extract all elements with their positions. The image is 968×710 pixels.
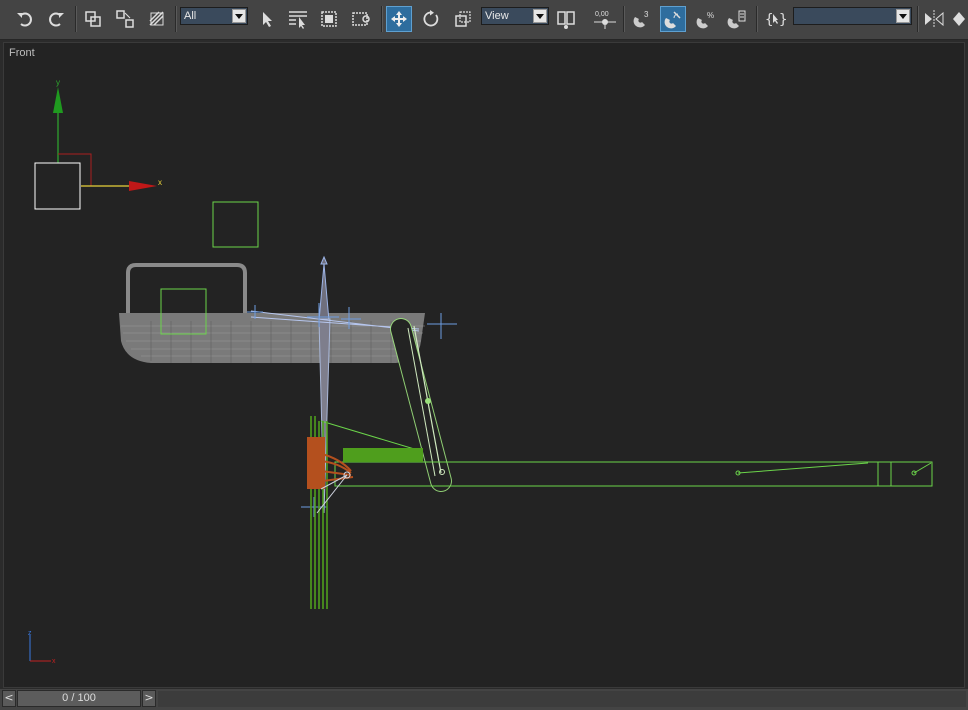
next-frame-button[interactable]: > — [142, 690, 156, 707]
svg-text:z: z — [28, 630, 32, 637]
unlink-icon[interactable] — [112, 6, 138, 32]
scene-canvas[interactable]: y x z x — [4, 43, 964, 687]
move-icon[interactable] — [386, 6, 412, 32]
select-by-name-icon[interactable] — [285, 6, 311, 32]
svg-text:{: { — [765, 12, 773, 28]
time-slider-bar: < 0 / 100 > — [0, 689, 968, 710]
svg-text:x: x — [52, 658, 56, 665]
bind-space-warp-icon[interactable] — [144, 6, 170, 32]
green-helper-box[interactable] — [212, 201, 259, 248]
spinner-snap-icon[interactable] — [724, 6, 750, 32]
svg-text:%: % — [707, 11, 714, 20]
spinner-value: 0,00 — [595, 11, 609, 18]
svg-text:}: } — [779, 12, 786, 28]
angle-snap-icon[interactable] — [660, 6, 686, 32]
chevron-down-icon — [533, 9, 547, 23]
crane-boom[interactable] — [310, 416, 933, 609]
link-icon[interactable] — [80, 6, 106, 32]
window-crossing-icon[interactable] — [348, 6, 374, 32]
select-arrow-icon[interactable] — [254, 6, 280, 32]
prev-frame-button[interactable]: < — [2, 690, 16, 707]
world-axis-gizmo[interactable]: y x — [34, 78, 162, 210]
align-icon[interactable] — [950, 6, 968, 32]
axis-y-label: y — [56, 78, 60, 87]
scale-icon[interactable] — [450, 6, 476, 32]
main-toolbar: All View 0,00 3 % {} — [0, 0, 968, 40]
front-viewport[interactable]: Front y x z x — [3, 42, 965, 688]
manipulate-icon[interactable]: 0,00 — [590, 6, 620, 32]
chevron-down-icon — [232, 9, 246, 23]
selection-filter-dropdown[interactable]: All — [180, 7, 248, 25]
reference-coordinate-dropdown[interactable]: View — [481, 7, 549, 25]
named-selection-dropdown[interactable] — [793, 7, 912, 25]
undo-icon[interactable] — [12, 6, 38, 32]
chevron-down-icon — [896, 9, 910, 23]
pivot-center-icon[interactable] — [553, 6, 579, 32]
percent-snap-icon[interactable]: % — [692, 6, 718, 32]
timeline-track[interactable] — [158, 691, 966, 707]
snap-3-icon[interactable]: 3 — [628, 6, 654, 32]
time-slider[interactable]: 0 / 100 — [17, 690, 141, 707]
rectangular-region-icon[interactable] — [316, 6, 342, 32]
rotate-icon[interactable] — [418, 6, 444, 32]
redo-icon[interactable] — [43, 6, 69, 32]
axis-x-label: x — [158, 178, 162, 187]
view-axis-tripod: z x — [28, 630, 56, 665]
mirror-icon[interactable] — [921, 6, 947, 32]
svg-text:3: 3 — [644, 10, 649, 19]
named-selection-icon[interactable]: {} — [762, 6, 788, 32]
